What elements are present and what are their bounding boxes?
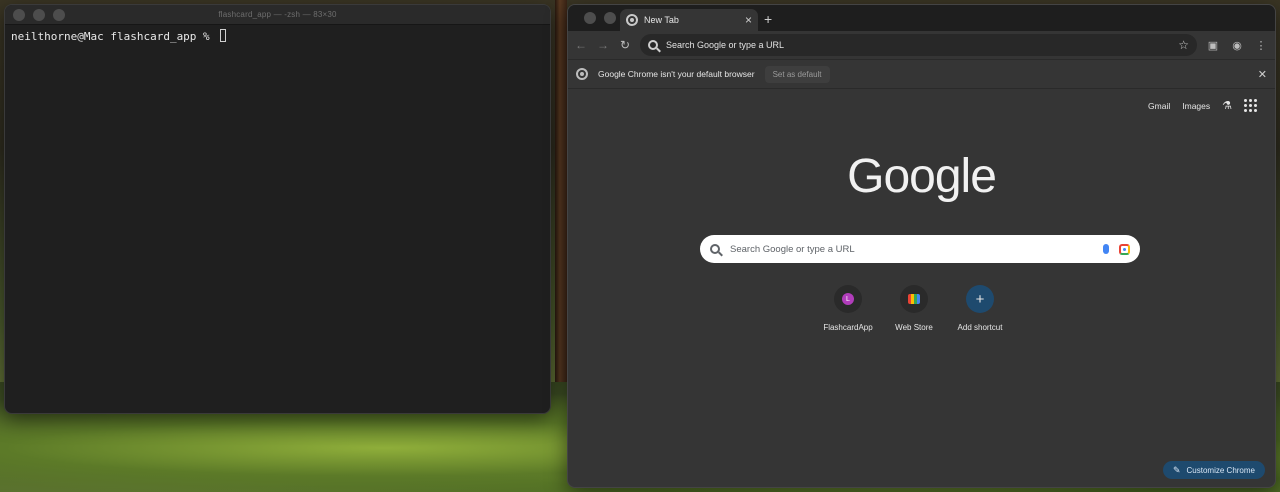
pencil-icon: ✎ [1172,464,1181,475]
terminal-title: flashcard_app — -zsh — 83×30 [218,10,337,19]
voice-search-mic-icon[interactable] [1103,244,1109,254]
more-menu-icon[interactable]: ⋮ [1253,39,1269,52]
profile-icon[interactable]: ◉ [1229,39,1245,52]
tab-new-tab[interactable]: New Tab × [620,9,758,31]
search-icon [710,244,720,254]
shortcut-flashcardapp[interactable]: L FlashcardApp [820,285,876,332]
shortcut-icon-circle: L [834,285,862,313]
letter-avatar-icon: L [842,293,854,305]
shortcut-label: Add shortcut [957,323,1003,332]
infobar-message: Google Chrome isn't your default browser [598,69,755,79]
close-tab-icon[interactable]: × [745,13,752,27]
add-shortcut-button[interactable]: + Add shortcut [952,285,1008,332]
side-panel-icon[interactable]: ▣ [1205,39,1221,52]
search-placeholder: Search Google or type a URL [730,243,855,255]
terminal-content[interactable]: neilthorne@Mac flashcard_app % [5,25,550,47]
chrome-window[interactable]: New Tab × + ← → ↻ Search Google or type … [567,4,1276,488]
google-apps-icon[interactable] [1244,99,1257,112]
new-tab-page: Gmail Images ⚗ Google Search Google or t… [568,89,1275,487]
default-browser-infobar: Google Chrome isn't your default browser… [568,59,1275,89]
terminal-window[interactable]: flashcard_app — -zsh — 83×30 neilthorne@… [4,4,551,414]
set-as-default-button[interactable]: Set as default [764,65,830,83]
shortcut-web-store[interactable]: Web Store [886,285,942,332]
shortcut-tiles: L FlashcardApp Web Store + Add shortcut [820,285,1008,332]
text-cursor [220,29,227,42]
customize-chrome-button[interactable]: ✎ Customize Chrome [1162,461,1265,479]
minimize-window-button[interactable] [604,12,616,24]
gmail-link[interactable]: Gmail [1148,101,1170,111]
shortcut-icon-circle: + [966,285,994,313]
customize-label: Customize Chrome [1186,465,1255,475]
google-logo: Google [847,150,997,203]
shortcut-label: FlashcardApp [823,323,873,332]
top-links: Gmail Images ⚗ [1148,99,1257,112]
tab-label: New Tab [644,15,679,25]
reload-icon[interactable]: ↻ [618,38,632,52]
address-bar[interactable]: Search Google or type a URL ☆ [640,34,1197,56]
search-icon [648,40,658,50]
labs-flask-icon[interactable]: ⚗ [1222,99,1232,112]
chrome-logo-icon [576,68,588,80]
new-tab-plus-icon[interactable]: + [764,11,772,27]
close-window-button[interactable] [584,12,596,24]
address-bar-placeholder: Search Google or type a URL [666,40,785,50]
tab-strip: New Tab × + [568,5,1275,31]
forward-arrow-icon[interactable]: → [596,38,610,52]
images-link[interactable]: Images [1182,101,1210,111]
web-store-icon [908,294,920,304]
ntp-search-box[interactable]: Search Google or type a URL [700,235,1140,263]
bookmark-star-icon[interactable]: ☆ [1178,38,1189,52]
shell-prompt: neilthorne@Mac flashcard_app % [11,30,217,43]
terminal-titlebar[interactable]: flashcard_app — -zsh — 83×30 [5,5,550,25]
close-infobar-icon[interactable]: ✕ [1258,68,1267,81]
plus-icon: + [975,290,985,308]
shortcut-icon-circle [900,285,928,313]
back-arrow-icon[interactable]: ← [574,38,588,52]
browser-toolbar: ← → ↻ Search Google or type a URL ☆ ▣ ◉ … [568,31,1275,59]
google-lens-icon[interactable] [1119,243,1130,255]
shortcut-label: Web Store [895,323,933,332]
chrome-favicon-icon [626,14,638,26]
